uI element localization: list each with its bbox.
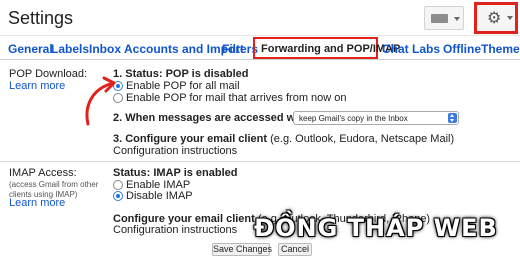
header-divider (0, 35, 520, 36)
tab-labels[interactable]: Labels (51, 42, 89, 56)
page-title: Settings (8, 8, 74, 28)
tab-labs[interactable]: Labs (412, 42, 440, 56)
tabs-divider (0, 59, 520, 60)
tab-chat[interactable]: Chat (382, 42, 409, 56)
gear-icon: ⚙ (487, 8, 502, 27)
input-tools-button[interactable] (424, 6, 464, 30)
cancel-button[interactable]: Cancel (278, 243, 312, 256)
pop-access-select[interactable]: keep Gmail's copy in the Inbox (293, 111, 459, 125)
pop-access-select-value: keep Gmail's copy in the Inbox (299, 114, 408, 123)
imap-disable-label[interactable]: Disable IMAP (126, 190, 193, 203)
pop-enable-from-now-label[interactable]: Enable POP for mail that arrives from no… (126, 92, 347, 105)
imap-learn-more-link[interactable]: Learn more (9, 197, 65, 210)
chevron-down-icon (454, 17, 460, 21)
tab-general[interactable]: General (8, 42, 53, 56)
tab-forwarding-and-pop-imap[interactable]: Forwarding and POP/IMAP (253, 37, 400, 59)
watermark-logo: ĐỒNG THÁP WEB (254, 214, 498, 242)
pop-config-instructions-link[interactable]: Configuration instructions (113, 145, 237, 158)
pop-learn-more-link[interactable]: Learn more (9, 80, 65, 93)
imap-disable-radio[interactable] (113, 191, 123, 201)
chevron-down-icon (507, 16, 513, 20)
save-changes-button[interactable]: Save Changes (212, 243, 272, 256)
tab-inbox[interactable]: Inbox (89, 42, 121, 56)
settings-button[interactable]: ⚙ (474, 2, 518, 34)
tab-themes[interactable]: Themes (481, 42, 520, 56)
imap-section-label: IMAP Access: (9, 167, 77, 179)
tab-label: Forwarding and POP/IMAP (261, 43, 401, 55)
select-arrows-icon (448, 113, 457, 123)
imap-config-instructions-link[interactable]: Configuration instructions (113, 224, 237, 237)
imap-enable-radio[interactable] (113, 180, 123, 190)
annotation-arrow (85, 76, 116, 126)
section-divider (0, 161, 520, 162)
keyboard-icon (431, 14, 448, 23)
tab-offline[interactable]: Offline (443, 42, 481, 56)
